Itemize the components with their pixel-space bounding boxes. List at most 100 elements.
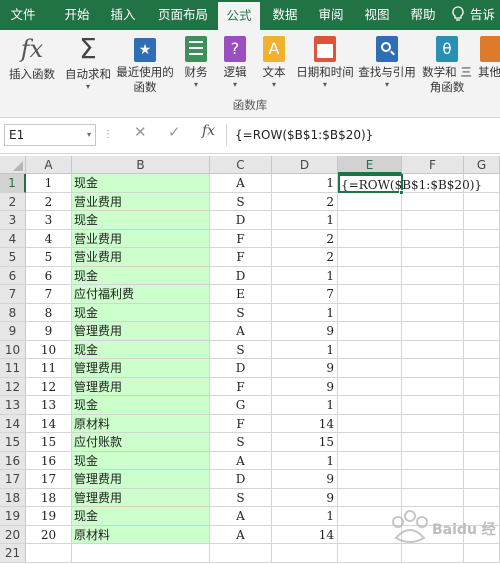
cell-f[interactable] — [402, 266, 464, 285]
tab-page-layout[interactable]: 页面布局 — [150, 0, 216, 30]
cell-f[interactable] — [402, 303, 464, 322]
cell-f[interactable] — [402, 211, 464, 230]
row-header[interactable]: 12 — [0, 377, 26, 396]
cell-c[interactable]: A — [210, 322, 272, 341]
row-header[interactable]: 4 — [0, 229, 26, 248]
cell-g[interactable] — [464, 414, 500, 433]
row-header[interactable]: 16 — [0, 451, 26, 470]
cell-f[interactable] — [402, 285, 464, 304]
cell-c[interactable]: E — [210, 285, 272, 304]
cell-d[interactable]: 9 — [272, 470, 338, 489]
cell-c[interactable]: S — [210, 433, 272, 452]
row-header[interactable]: 2 — [0, 192, 26, 211]
cell-a[interactable]: 12 — [26, 377, 72, 396]
cell-c[interactable]: D — [210, 266, 272, 285]
cell-b[interactable]: 现金 — [72, 507, 210, 526]
cell-d[interactable]: 2 — [272, 248, 338, 267]
enter-check-icon[interactable]: ✓ — [168, 123, 181, 141]
tab-file[interactable]: 文件 — [0, 0, 46, 30]
cell-f[interactable] — [402, 248, 464, 267]
tab-tell-me[interactable]: 告诉 — [470, 0, 500, 30]
column-header-e[interactable]: E — [338, 156, 402, 174]
date-time-button[interactable]: 日期和时间 ▾ — [294, 34, 356, 90]
cell-e[interactable] — [338, 359, 402, 378]
cell-a[interactable]: 17 — [26, 470, 72, 489]
cell-e[interactable] — [338, 396, 402, 415]
row-header[interactable]: 15 — [0, 433, 26, 452]
tab-data[interactable]: 数据 — [264, 0, 306, 30]
cell-e[interactable] — [338, 470, 402, 489]
cell-e[interactable] — [338, 377, 402, 396]
column-header-c[interactable]: C — [210, 156, 272, 174]
cell-b[interactable]: 现金 — [72, 174, 210, 193]
cell-e[interactable] — [338, 211, 402, 230]
cell-c[interactable]: D — [210, 359, 272, 378]
row-header[interactable]: 19 — [0, 507, 26, 526]
row-header[interactable]: 5 — [0, 248, 26, 267]
row-header[interactable]: 9 — [0, 322, 26, 341]
row-header[interactable]: 21 — [0, 544, 26, 563]
name-box[interactable]: E1 ▾ — [4, 124, 96, 146]
cell-b[interactable]: 现金 — [72, 211, 210, 230]
cell-a[interactable]: 2 — [26, 192, 72, 211]
cell-c[interactable]: D — [210, 211, 272, 230]
cell-a[interactable]: 6 — [26, 266, 72, 285]
row-header[interactable]: 6 — [0, 266, 26, 285]
cell-a[interactable] — [26, 544, 72, 563]
tab-formulas[interactable]: 公式 — [218, 2, 260, 30]
row-header[interactable]: 14 — [0, 414, 26, 433]
cell-b[interactable]: 管理费用 — [72, 470, 210, 489]
cell-b[interactable]: 现金 — [72, 303, 210, 322]
cell-d[interactable]: 15 — [272, 433, 338, 452]
cell-d[interactable]: 1 — [272, 451, 338, 470]
cell-b[interactable]: 管理费用 — [72, 377, 210, 396]
cell-b[interactable]: 管理费用 — [72, 488, 210, 507]
recently-used-button[interactable]: ★ 最近使用的 函数 — [114, 34, 176, 95]
tab-insert[interactable]: 插入 — [102, 0, 144, 30]
cell-c[interactable]: S — [210, 340, 272, 359]
cell-g[interactable] — [464, 340, 500, 359]
cell-g[interactable] — [464, 229, 500, 248]
column-header-g[interactable]: G — [464, 156, 500, 174]
cell-d[interactable]: 2 — [272, 229, 338, 248]
cell-c[interactable]: S — [210, 488, 272, 507]
cell-c[interactable]: F — [210, 414, 272, 433]
row-header[interactable]: 18 — [0, 488, 26, 507]
cancel-icon[interactable]: ✕ — [134, 123, 147, 141]
cell-e[interactable] — [338, 192, 402, 211]
cell-c[interactable] — [210, 544, 272, 563]
more-functions-button[interactable]: 其他 — [478, 34, 500, 80]
cell-e[interactable] — [338, 340, 402, 359]
cell-f[interactable] — [402, 414, 464, 433]
cell-c[interactable]: A — [210, 451, 272, 470]
cell-b[interactable]: 现金 — [72, 266, 210, 285]
cell-a[interactable]: 10 — [26, 340, 72, 359]
lookup-reference-button[interactable]: 查找与引用 ▾ — [356, 34, 418, 90]
cell-c[interactable]: S — [210, 303, 272, 322]
column-header-f[interactable]: F — [402, 156, 464, 174]
cell-e[interactable] — [338, 451, 402, 470]
cell-a[interactable]: 19 — [26, 507, 72, 526]
cell-e[interactable] — [338, 433, 402, 452]
cell-g[interactable] — [464, 396, 500, 415]
cell-d[interactable] — [272, 544, 338, 563]
cell-e[interactable] — [338, 285, 402, 304]
cell-g[interactable] — [464, 248, 500, 267]
row-header[interactable]: 17 — [0, 470, 26, 489]
cell-c[interactable]: F — [210, 229, 272, 248]
cell-f[interactable] — [402, 470, 464, 489]
column-header-a[interactable]: A — [26, 156, 72, 174]
cell-d[interactable]: 9 — [272, 488, 338, 507]
cell-f[interactable] — [402, 322, 464, 341]
cell-b[interactable]: 现金 — [72, 340, 210, 359]
cell-e1-active[interactable]: {=ROW($B$1:$B$20)} — [338, 174, 482, 193]
cell-a[interactable]: 5 — [26, 248, 72, 267]
cell-d[interactable]: 1 — [272, 211, 338, 230]
cell-b[interactable]: 现金 — [72, 451, 210, 470]
cell-b[interactable] — [72, 544, 210, 563]
cell-b[interactable]: 原材料 — [72, 414, 210, 433]
cell-e[interactable] — [338, 266, 402, 285]
formula-bar-grip-icon[interactable]: ⋮ — [103, 128, 113, 142]
cell-d[interactable]: 1 — [272, 396, 338, 415]
cell-g[interactable] — [464, 433, 500, 452]
